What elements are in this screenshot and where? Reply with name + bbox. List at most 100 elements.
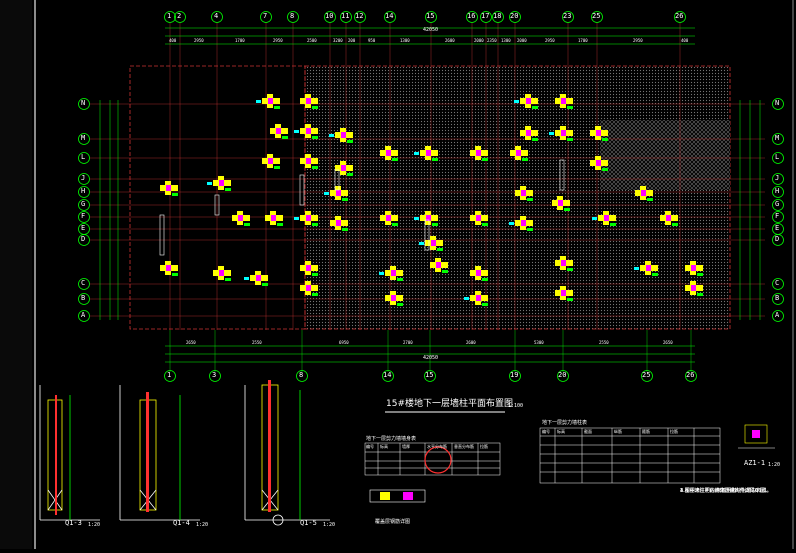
slab-hatch-main [304,65,731,330]
plan-title-scale: 1:100 [508,403,524,409]
axis-label-top: 23 [563,12,572,20]
axis-label-left: L [81,153,86,161]
axis-label-left: E [81,224,86,232]
column-core [691,265,696,271]
detail-q14 [119,385,200,521]
axis-label-left: M [81,134,86,142]
axis-label-top: 7 [263,12,268,20]
column-core [646,265,651,271]
column-table-header: 编号 [542,429,550,434]
column-tag-alt [324,192,329,195]
column-tag [274,106,280,109]
column-core [516,150,521,156]
column-tag [312,293,318,296]
column-tag [397,278,403,281]
column-tag [482,278,488,281]
axis-label-right: B [775,294,780,302]
column-table-header: 截面 [584,429,592,434]
column-core [561,98,566,104]
axis-label-top: 15 [426,12,435,20]
column-tag [282,136,288,139]
column-core [391,270,396,276]
column-core [641,190,646,196]
axis-label-top: 26 [675,12,684,20]
axis-label-top: 10 [325,12,334,20]
column-core [268,98,273,104]
column-tag [532,138,538,141]
column-tag [397,303,403,306]
column-core [386,215,391,221]
column-tag [312,136,318,139]
column-tag [172,273,178,276]
column-tag-alt [294,217,299,220]
column-tag [312,223,318,226]
column-core [666,215,671,221]
column-tag [244,223,250,226]
column-core [526,98,531,104]
wall-table-title: 地下一层剪力墙墙身表 [366,436,417,442]
axis-label-right: G [775,200,780,208]
axis-label-top: 1 [167,12,172,20]
axis-label-left: F [81,212,86,220]
dim-text-bottom: 5300 [534,340,544,345]
column-core [391,295,396,301]
detail-q14-label: Q1-4 [173,519,190,527]
column-core [476,150,481,156]
column-tag [342,228,348,231]
column-core [476,215,481,221]
axis-label-bottom: 8 [299,371,304,379]
column-core [336,190,341,196]
axis-label-top: 20 [510,12,519,20]
dim-text-bottom: 2650 [663,340,673,345]
column-core [238,215,243,221]
dim-text-top: 400 [169,38,177,43]
column-tag [312,166,318,169]
column-core [561,290,566,296]
column-tag-alt [414,152,419,155]
column-core [256,275,261,281]
dim-text-bottom: 2700 [403,340,413,345]
axis-label-bottom: 25 [642,371,651,379]
column-core [561,260,566,266]
overall-dim-top: 42050 [423,27,439,33]
axis-label-bottom: 20 [558,371,567,379]
column-tag [342,198,348,201]
wall-table-header: 水平分布筋 [427,444,447,449]
footprint-left [129,65,306,330]
column-table-header: 标高 [557,429,565,434]
column-core [691,285,696,291]
axis-label-right: C [775,279,780,287]
column-tag [225,278,231,281]
axis-label-top: 18 [493,12,502,20]
wall-table-header: 拉筋 [480,444,488,449]
axis-label-bottom: 1 [167,371,172,379]
column-tag-alt [549,132,554,135]
axis-label-left: H [81,187,86,195]
column-tag [262,283,268,286]
axis-label-left: B [81,294,86,302]
column-tag [564,208,570,211]
detail-q13-scale: 1:20 [88,522,101,528]
axis-label-left: C [81,279,86,287]
column-core [219,270,224,276]
axis-label-right: N [775,99,780,107]
axis-label-right: D [775,235,780,243]
column-tag [312,106,318,109]
slab-detail [369,489,426,503]
column-core [271,215,276,221]
column-tag [432,158,438,161]
wall-outline [299,174,305,206]
dim-text-top: 2000 [517,38,527,43]
column-tag-alt [592,217,597,220]
axis-label-bottom: 15 [425,371,434,379]
dim-text-bottom: 2650 [186,340,196,345]
column-tag [347,140,353,143]
dim-text-bottom: 6950 [339,340,349,345]
axis-label-right: L [775,153,780,161]
dim-text-top: 950 [368,38,376,43]
column-tag [522,158,528,161]
dim-text-top: 2350 [487,38,497,43]
column-tag-alt [514,100,519,103]
axis-label-top: 16 [467,12,476,20]
column-tag-alt [256,100,261,103]
